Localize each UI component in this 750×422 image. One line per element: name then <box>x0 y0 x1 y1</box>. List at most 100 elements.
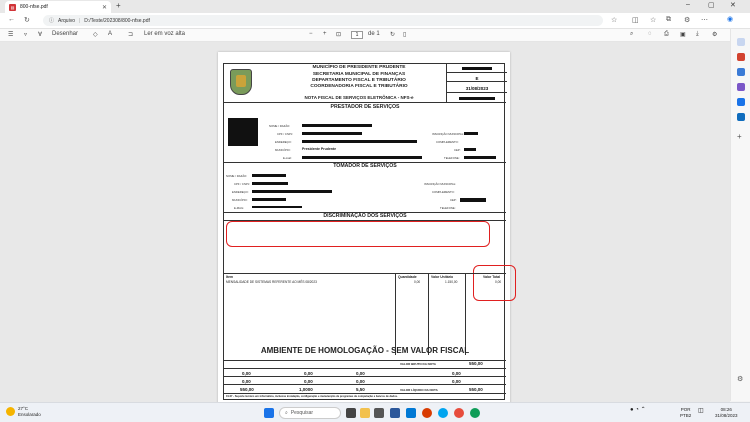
close-window-button[interactable]: ✕ <box>730 1 736 9</box>
label: E-mail: <box>283 156 292 160</box>
divider <box>224 393 506 394</box>
col-header-valor-unitario: Valor Unitário <box>431 275 454 279</box>
label: INSCRIÇÃO MUNICIPAL: <box>424 182 457 186</box>
page-view-icon[interactable]: ▯ <box>403 31 406 38</box>
favorite-star-icon[interactable]: ☆ <box>611 16 617 24</box>
redaction <box>464 148 476 151</box>
service-code-footer: 01.07 - Suporte técnico em informática, … <box>226 395 398 398</box>
url-separator: | <box>78 17 81 24</box>
refresh-icon[interactable]: ↻ <box>24 16 30 24</box>
tray-icons[interactable]: ● ◔ ⌃ <box>630 407 646 414</box>
windows-taskbar: 27°C Ensolarado ⌕ Pesquisar ● ◔ ⌃ POR PT… <box>0 402 750 422</box>
clock[interactable]: 08:26 31/08/2023 <box>715 407 738 418</box>
add-sidebar-icon[interactable]: + <box>737 133 745 141</box>
games-icon[interactable] <box>737 83 745 91</box>
header-line: COORDENADORIA FISCAL E TRIBUTÁRIO <box>310 84 408 89</box>
copilot-icon[interactable]: ◉ <box>727 15 733 23</box>
valor-bruto: 550,00 <box>469 361 483 366</box>
word-icon[interactable] <box>390 408 400 418</box>
ai-icon[interactable]: ◌ <box>648 31 652 37</box>
url-scheme-label: Arquivo <box>58 17 75 24</box>
weather-text: 27°C Ensolarado <box>18 406 41 417</box>
split-screen-icon[interactable]: ◫ <box>632 16 639 24</box>
redaction <box>464 132 478 135</box>
search-placeholder: Pesquisar <box>290 410 314 416</box>
col-header-quantidade: Quantidade <box>398 275 417 279</box>
draw-button[interactable]: Desenhar <box>52 31 78 37</box>
page-number-input[interactable]: 1 <box>351 31 363 39</box>
redaction <box>459 97 495 100</box>
app-icon[interactable] <box>374 408 384 418</box>
save-as-icon[interactable]: ⤓ <box>696 31 699 38</box>
rotate-icon[interactable]: ↻ <box>390 31 395 38</box>
search-icon[interactable] <box>737 38 745 46</box>
language-indicator[interactable]: POR PTB2 <box>680 407 691 418</box>
service-quantidade: 0,00 <box>414 280 421 284</box>
pdf-settings-icon[interactable]: ⚙ <box>712 31 717 38</box>
pdf-page: MUNICÍPIO DE PRESIDENTE PRUDENTE SECRETA… <box>218 52 516 402</box>
redaction <box>462 67 492 70</box>
valor-liquido: 550,00 <box>469 387 483 392</box>
more-menu-icon[interactable]: ⋯ <box>701 16 708 24</box>
highlight-icon[interactable]: ▿ <box>24 31 27 38</box>
search-icon: ⌕ <box>285 410 288 416</box>
outlook-icon[interactable] <box>737 113 745 121</box>
erase-icon[interactable]: ◇ <box>93 31 98 38</box>
office-icon[interactable] <box>737 98 745 106</box>
label: INSCRIÇÃO MUNICIPAL: <box>432 132 465 136</box>
emission-date: 31/08/2023 <box>465 86 489 91</box>
network-icon[interactable]: ◫ <box>698 408 704 415</box>
weather-widget[interactable]: 27°C Ensolarado <box>6 406 41 417</box>
label: COMPLEMENTO: <box>432 190 455 194</box>
redaction <box>252 206 302 208</box>
app-icon[interactable] <box>406 408 416 418</box>
address-bar[interactable]: ⓘ Arquivo | D:/Teste/202308/800-nfse.pdf <box>43 15 603 26</box>
add-text-icon[interactable]: A <box>108 31 112 37</box>
extensions-icon[interactable]: ⚙ <box>684 16 690 24</box>
page-total: de 1 <box>368 31 380 37</box>
draw-icon[interactable]: ∀ <box>38 31 42 38</box>
tab-active[interactable]: ▤ 800-nfse.pdf ✕ <box>5 1 111 13</box>
read-aloud-button[interactable]: Ler em voz alta <box>144 31 185 37</box>
new-tab-button[interactable]: + <box>116 1 121 10</box>
label: COMPLEMENTO: <box>436 140 459 144</box>
redaction <box>252 190 332 193</box>
label: CEP: <box>454 148 461 152</box>
close-tab-icon[interactable]: ✕ <box>102 4 107 11</box>
col-header-item: Item <box>226 275 233 279</box>
print-icon[interactable]: ⎙ <box>664 31 669 38</box>
collections-icon[interactable]: ⧉ <box>666 16 671 24</box>
doc-title: NOTA FISCAL DE SERVIÇOS ELETRÔNICA - NFS… <box>304 95 414 100</box>
read-aloud-icon[interactable]: ⊐ <box>128 31 133 38</box>
taskbar-search[interactable]: ⌕ Pesquisar <box>279 407 341 419</box>
shopping-icon[interactable] <box>737 53 745 61</box>
zoom-out-icon[interactable]: − <box>309 31 313 37</box>
back-icon[interactable]: ← <box>8 16 15 23</box>
date-cell: 31/08/2023 <box>447 82 507 93</box>
maximize-button[interactable]: ▢ <box>708 1 715 9</box>
contents-icon[interactable]: ☰ <box>8 31 13 38</box>
save-icon[interactable]: ▣ <box>680 31 686 38</box>
task-view-icon[interactable] <box>346 408 356 418</box>
redaction <box>302 124 372 127</box>
favorites-icon[interactable]: ☆ <box>650 16 656 24</box>
prestador-logo-redaction <box>228 118 258 146</box>
sun-icon <box>6 407 15 416</box>
app-icon[interactable] <box>422 408 432 418</box>
serie-value: E <box>475 76 479 81</box>
info-icon[interactable]: ⓘ <box>49 17 54 24</box>
search-pdf-icon[interactable]: ⌕ <box>630 31 633 38</box>
pdf-file-icon: ▤ <box>9 3 16 11</box>
zoom-in-icon[interactable]: + <box>323 31 327 37</box>
app-icon[interactable] <box>454 408 464 418</box>
pdf-viewer[interactable]: MUNICÍPIO DE PRESIDENTE PRUDENTE SECRETA… <box>0 42 730 402</box>
start-icon[interactable] <box>264 408 274 418</box>
edge-icon[interactable] <box>470 408 480 418</box>
total-value: 1,0000 <box>299 387 313 392</box>
skype-icon[interactable] <box>438 408 448 418</box>
sidebar-settings-icon[interactable]: ⚙ <box>737 375 745 383</box>
file-explorer-icon[interactable] <box>360 408 370 418</box>
tools-icon[interactable] <box>737 68 745 76</box>
fit-page-icon[interactable]: ⊡ <box>336 31 341 38</box>
minimize-button[interactable]: – <box>686 1 690 8</box>
